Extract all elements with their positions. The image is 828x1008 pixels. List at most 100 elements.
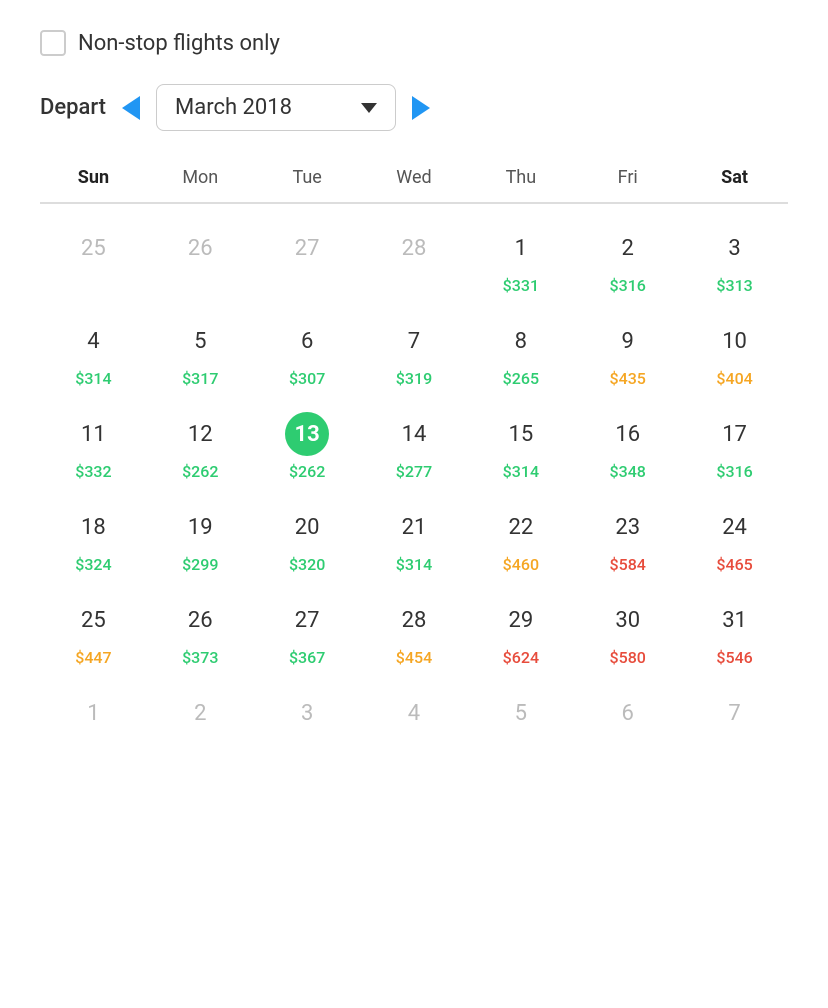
calendar-cell[interactable]: 1	[40, 677, 147, 762]
calendar-cell[interactable]: 16$348	[574, 398, 681, 491]
day-price: $404	[716, 369, 752, 388]
calendar-cell[interactable]: 26 $373	[147, 584, 254, 677]
day-header-sun: Sun	[40, 161, 147, 194]
calendar-cell[interactable]: 12$262	[147, 398, 254, 491]
calendar-cell[interactable]: 25$447	[40, 584, 147, 677]
calendar-cell[interactable]: 27	[254, 212, 361, 305]
day-price: $373	[182, 648, 218, 667]
day-number: 29	[499, 598, 543, 642]
calendar-cell[interactable]: 18$324	[40, 491, 147, 584]
day-number: 27	[285, 598, 329, 642]
calendar-cell[interactable]: 25	[40, 212, 147, 305]
month-selector[interactable]: March 2018	[156, 84, 396, 131]
day-number: 19	[178, 505, 222, 549]
day-price: $319	[396, 369, 432, 388]
day-number: 5	[178, 319, 222, 363]
day-number: 1	[71, 691, 115, 735]
day-price: $313	[716, 276, 752, 295]
day-price: $332	[75, 462, 111, 481]
calendar-cell[interactable]: 26	[147, 212, 254, 305]
day-price: $460	[503, 555, 539, 574]
day-price: $314	[75, 369, 111, 388]
calendar-cell[interactable]: 2$316	[574, 212, 681, 305]
calendar-cell[interactable]: 28$454	[361, 584, 468, 677]
day-price: $262	[182, 462, 218, 481]
day-number: 25	[71, 226, 115, 270]
calendar-cell[interactable]: 28	[361, 212, 468, 305]
day-number: 17	[713, 412, 757, 456]
calendar-cell[interactable]: 8$265	[467, 305, 574, 398]
day-price: $314	[503, 462, 539, 481]
calendar-cell[interactable]: 7$319	[361, 305, 468, 398]
calendar-cell[interactable]: 10$404	[681, 305, 788, 398]
day-price: $465	[716, 555, 752, 574]
calendar-cell[interactable]: 19$299	[147, 491, 254, 584]
nonstop-row: Non-stop flights only	[40, 30, 788, 56]
day-number: 3	[285, 691, 329, 735]
day-price: $320	[289, 555, 325, 574]
day-number: 13	[285, 412, 329, 456]
day-header-fri: Fri	[574, 161, 681, 194]
day-header-tue: Tue	[254, 161, 361, 194]
calendar-cell[interactable]: 13$262	[254, 398, 361, 491]
day-number: 6	[606, 691, 650, 735]
day-number: 20	[285, 505, 329, 549]
day-number: 3	[713, 226, 757, 270]
calendar-cell[interactable]: 7	[681, 677, 788, 762]
calendar-header: SunMonTueWedThuFriSat	[40, 161, 788, 204]
day-number: 4	[392, 691, 436, 735]
calendar-cell[interactable]: 9$435	[574, 305, 681, 398]
calendar-cell[interactable]: 5$317	[147, 305, 254, 398]
calendar-cell[interactable]: 23$584	[574, 491, 681, 584]
calendar-cell[interactable]: 4$314	[40, 305, 147, 398]
calendar-cell[interactable]: 15$314	[467, 398, 574, 491]
nonstop-checkbox[interactable]	[40, 30, 66, 56]
calendar: SunMonTueWedThuFriSat 252627281$3312$316…	[40, 161, 788, 762]
day-number: 1	[499, 226, 543, 270]
day-number: 6	[285, 319, 329, 363]
day-number: 11	[71, 412, 115, 456]
day-number: 21	[392, 505, 436, 549]
calendar-cell[interactable]: 22 $460	[467, 491, 574, 584]
day-header-thu: Thu	[467, 161, 574, 194]
day-price: $348	[610, 462, 646, 481]
day-number: 5	[499, 691, 543, 735]
day-price: $447	[75, 648, 111, 667]
day-number: 26	[178, 598, 222, 642]
calendar-cell[interactable]: 29 $624	[467, 584, 574, 677]
calendar-cell[interactable]: 21$314	[361, 491, 468, 584]
calendar-cell[interactable]: 6$307	[254, 305, 361, 398]
calendar-cell[interactable]: 2	[147, 677, 254, 762]
calendar-cell[interactable]: 6	[574, 677, 681, 762]
prev-month-button[interactable]	[122, 96, 140, 120]
calendar-cell[interactable]: 4	[361, 677, 468, 762]
calendar-cell[interactable]: 3	[254, 677, 361, 762]
day-price: $580	[610, 648, 646, 667]
day-number: 22	[499, 505, 543, 549]
day-price: $316	[610, 276, 646, 295]
calendar-cell[interactable]: 1$331	[467, 212, 574, 305]
day-price: $367	[289, 648, 325, 667]
calendar-cell[interactable]: 11 $332	[40, 398, 147, 491]
day-number: 28	[392, 226, 436, 270]
calendar-cell[interactable]: 30 $580	[574, 584, 681, 677]
calendar-cell[interactable]: 27 $367	[254, 584, 361, 677]
day-number: 30	[606, 598, 650, 642]
calendar-cell[interactable]: 24$465	[681, 491, 788, 584]
day-number: 7	[713, 691, 757, 735]
day-header-mon: Mon	[147, 161, 254, 194]
day-header-sat: Sat	[681, 161, 788, 194]
day-header-wed: Wed	[361, 161, 468, 194]
calendar-cell[interactable]: 3 $313	[681, 212, 788, 305]
calendar-cell[interactable]: 20 $320	[254, 491, 361, 584]
calendar-cell[interactable]: 17$316	[681, 398, 788, 491]
calendar-cell[interactable]: 5	[467, 677, 574, 762]
calendar-grid: 252627281$3312$3163$3134$3145$3176$3077$…	[40, 212, 788, 762]
day-price: $546	[716, 648, 752, 667]
day-price: $624	[503, 648, 539, 667]
day-number: 27	[285, 226, 329, 270]
calendar-cell[interactable]: 14$277	[361, 398, 468, 491]
next-month-button[interactable]	[412, 96, 430, 120]
nonstop-label: Non-stop flights only	[78, 31, 280, 56]
calendar-cell[interactable]: 31$546	[681, 584, 788, 677]
